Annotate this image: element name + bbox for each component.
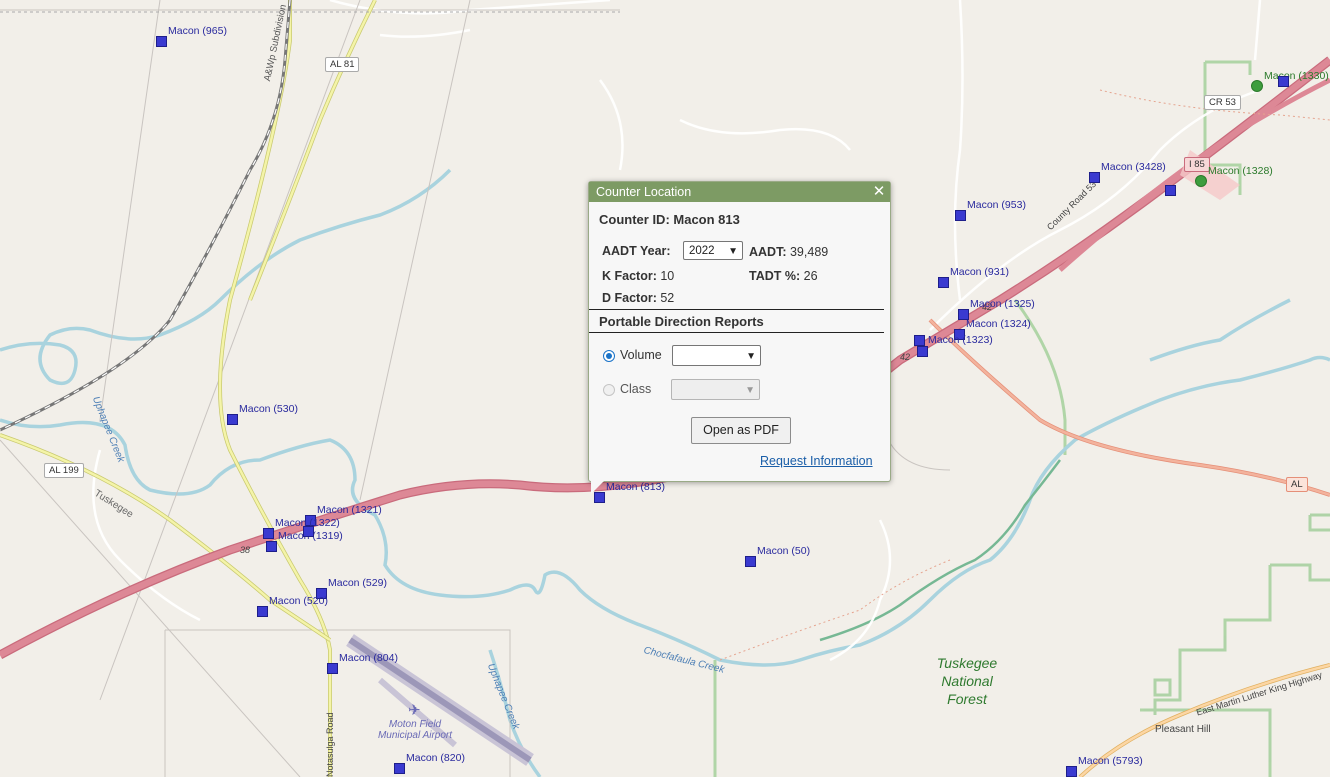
counter-square[interactable]: [1066, 766, 1077, 777]
counter-label: Macon (1330): [1264, 70, 1329, 82]
open-pdf-button[interactable]: Open as PDF: [691, 417, 791, 444]
counter-square[interactable]: [227, 414, 238, 425]
counter-square[interactable]: [263, 528, 274, 539]
aadt-year-value: 2022: [689, 245, 715, 257]
volume-label[interactable]: Volume: [620, 348, 662, 362]
class-label[interactable]: Class: [620, 382, 651, 396]
volume-select[interactable]: ▼: [672, 345, 761, 366]
class-select[interactable]: ▼: [671, 379, 760, 400]
counter-label: Macon (520): [269, 595, 328, 607]
chevron-down-icon: ▼: [746, 351, 756, 362]
counter-square[interactable]: [938, 277, 949, 288]
counter-label: Macon (1325): [970, 298, 1035, 310]
tadt-value: 26: [803, 269, 818, 283]
counter-label: Macon (1321): [317, 504, 382, 516]
popup-pointer: [591, 480, 605, 494]
counter-square[interactable]: [745, 556, 756, 567]
counter-label: Macon (529): [328, 577, 387, 589]
counter-circle[interactable]: [1251, 80, 1263, 92]
counter-square[interactable]: [156, 36, 167, 47]
counter-label: Macon (50): [757, 545, 811, 557]
counter-square[interactable]: [917, 346, 928, 357]
chevron-down-icon: ▼: [745, 385, 755, 396]
counter-square[interactable]: [303, 526, 314, 537]
counter-label: Macon (813): [606, 481, 665, 493]
counter-square[interactable]: [1089, 172, 1100, 183]
divider: [589, 309, 884, 310]
counter-label: Macon (820): [406, 752, 465, 764]
counter-label: Macon (1328): [1208, 165, 1273, 177]
divider: [589, 332, 884, 333]
tadt-label: TADT %:: [749, 269, 801, 283]
counter-square[interactable]: [327, 663, 338, 674]
counter-square[interactable]: [955, 210, 966, 221]
popup-header: Counter Location ✕: [589, 182, 890, 202]
popup-title: Counter Location: [596, 185, 692, 199]
counter-label: Macon (953): [967, 199, 1026, 211]
counter-label: Macon (530): [239, 403, 298, 415]
aadt-label: AADT:: [749, 245, 787, 259]
counter-square[interactable]: [266, 541, 277, 552]
counter-id: Counter ID: Macon 813: [599, 212, 740, 227]
counter-square[interactable]: [914, 335, 925, 346]
d-factor-value: 52: [660, 291, 675, 305]
counter-label: Macon (1324): [966, 318, 1031, 330]
counter-label: Macon (931): [950, 266, 1009, 278]
volume-radio[interactable]: [603, 350, 615, 362]
close-icon[interactable]: ✕: [871, 182, 887, 202]
counter-square[interactable]: [257, 606, 268, 617]
counter-label: Macon (804): [339, 652, 398, 664]
aadt-value: 39,489: [789, 245, 829, 259]
chevron-down-icon: ▼: [728, 246, 738, 257]
counter-label: Macon (5793): [1078, 755, 1143, 767]
counter-square[interactable]: [1278, 76, 1289, 87]
k-factor-label: K Factor:: [602, 269, 657, 283]
request-information-link[interactable]: Request Information: [760, 454, 873, 468]
counter-square[interactable]: [394, 763, 405, 774]
section-title: Portable Direction Reports: [599, 314, 764, 329]
aadt-year-label: AADT Year:: [602, 244, 671, 258]
k-factor-value: 10: [660, 269, 675, 283]
counter-label: Macon (965): [168, 25, 227, 37]
aadt-year-select[interactable]: 2022 ▼: [683, 241, 743, 260]
counter-square[interactable]: [1165, 185, 1176, 196]
counter-label: Macon (1323): [928, 334, 993, 346]
d-factor-label: D Factor:: [602, 291, 657, 305]
counter-label: Macon (3428): [1101, 161, 1166, 173]
class-radio[interactable]: [603, 384, 615, 396]
counter-circle[interactable]: [1195, 175, 1207, 187]
counter-location-popup: Counter Location ✕ Counter ID: Macon 813…: [588, 181, 891, 494]
